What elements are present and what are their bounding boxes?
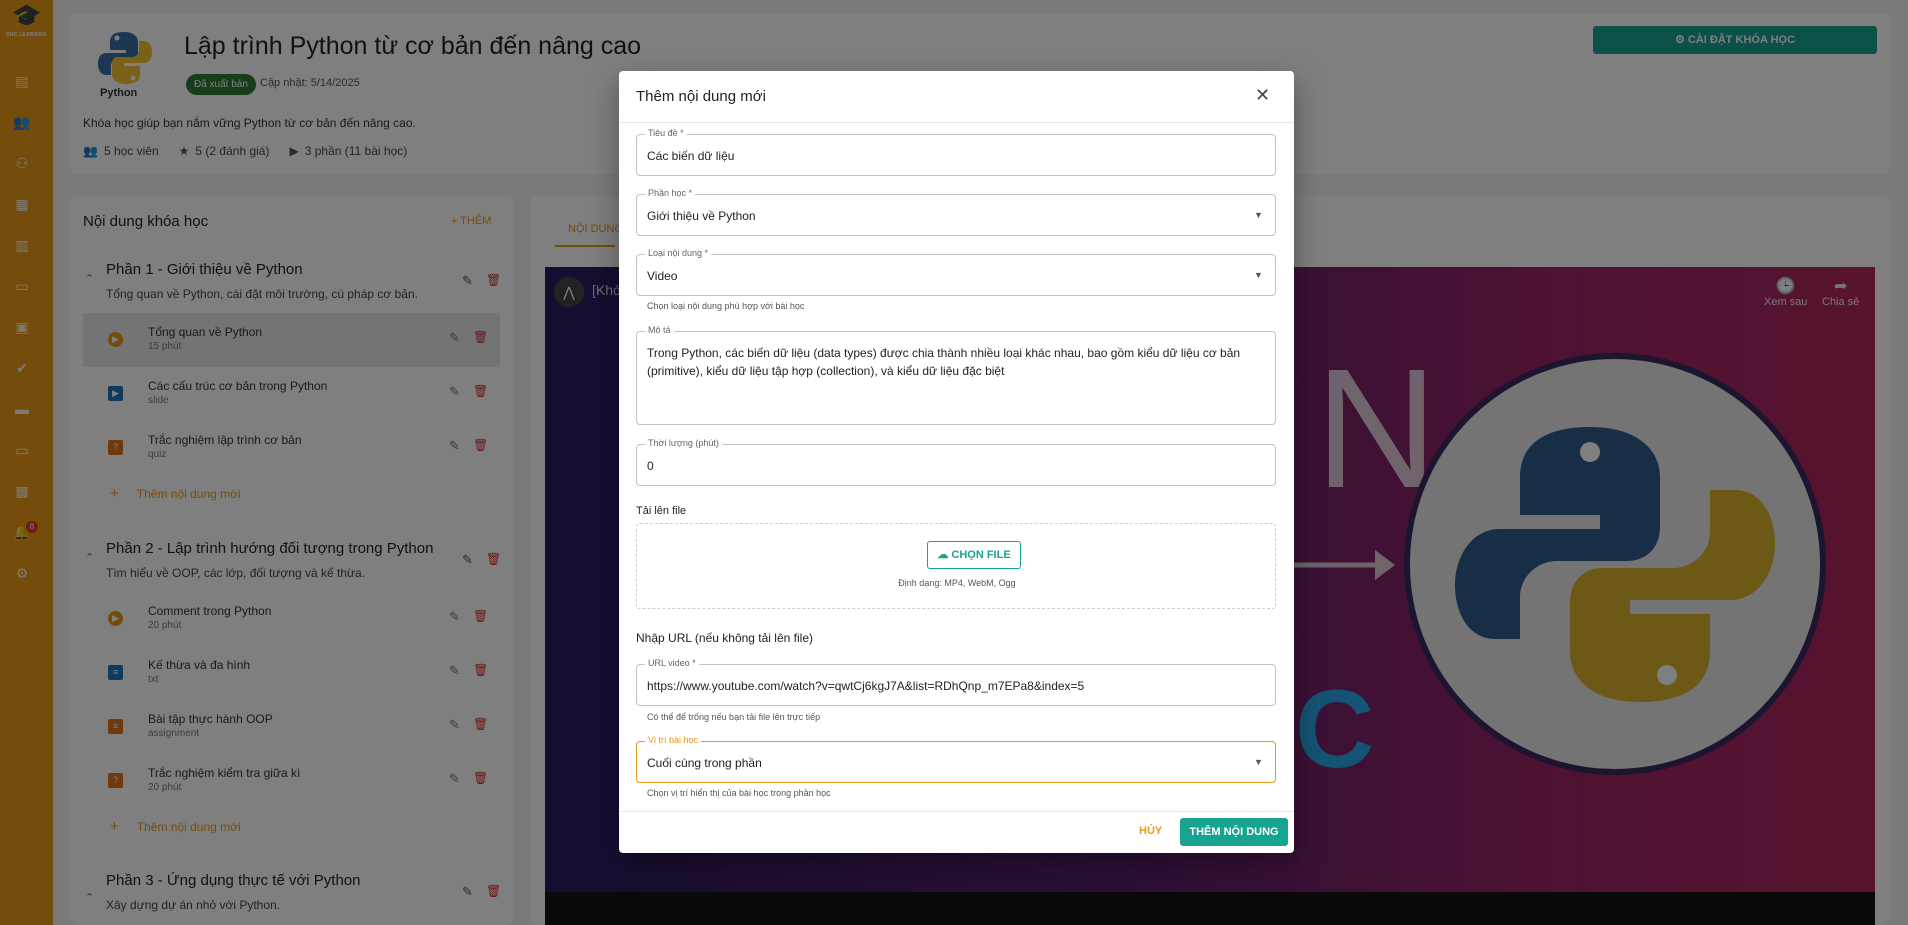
url-section-label: Nhập URL (nếu không tải lên file) xyxy=(636,631,813,645)
content-type-label: Loại nội dung * xyxy=(645,248,712,258)
lesson-position-helper: Chọn vị trí hiển thị của bài học trong p… xyxy=(647,788,831,798)
divider xyxy=(619,811,1294,812)
video-url-value: https://www.youtube.com/watch?v=qwtCj6kg… xyxy=(647,679,1085,693)
title-field-label: Tiêu đề * xyxy=(645,128,687,138)
dropdown-arrow-icon: ▼ xyxy=(1254,757,1263,767)
lesson-position-value: Cuối cùng trong phần xyxy=(647,756,762,770)
upload-section-label: Tải lên file xyxy=(636,505,687,517)
cancel-button[interactable]: HỦY xyxy=(1139,825,1162,837)
duration-field[interactable]: Thời lượng (phút) 0 xyxy=(636,438,1276,486)
title-field-value: Các biến dữ liệu xyxy=(647,149,735,163)
dropdown-arrow-icon: ▼ xyxy=(1254,210,1263,220)
add-content-button[interactable]: THÊM NỘI DUNG xyxy=(1180,818,1288,846)
description-value: Trong Python, các biến dữ liệu (data typ… xyxy=(647,346,1241,378)
lesson-position-select[interactable]: Vị trí bài học Cuối cùng trong phần ▼ xyxy=(636,735,1276,783)
upload-formats: Định dạng: MP4, WebM, Ogg xyxy=(898,578,1016,588)
close-icon[interactable]: ✕ xyxy=(1255,85,1270,106)
section-select-label: Phần học * xyxy=(645,188,696,198)
duration-value: 0 xyxy=(647,459,654,473)
upload-dropzone[interactable]: ☁ CHỌN FILE Định dạng: MP4, WebM, Ogg xyxy=(636,523,1276,609)
section-select[interactable]: Phần học * Giới thiệu về Python ▼ xyxy=(636,188,1276,236)
content-type-value: Video xyxy=(647,269,678,283)
video-url-helper: Có thể để trống nếu bạn tải file lên trự… xyxy=(647,712,821,722)
cloud-upload-icon: ☁ xyxy=(937,549,952,561)
choose-file-label: CHỌN FILE xyxy=(951,549,1011,561)
add-content-dialog: Thêm nội dung mới ✕ Tiêu đề * Các biến d… xyxy=(619,71,1294,853)
section-select-value: Giới thiệu về Python xyxy=(647,209,756,223)
dropdown-arrow-icon: ▼ xyxy=(1254,270,1263,280)
duration-label: Thời lượng (phút) xyxy=(645,438,722,448)
video-url-label: URL video * xyxy=(645,658,699,668)
video-url-field[interactable]: URL video * https://www.youtube.com/watc… xyxy=(636,658,1276,706)
description-label: Mô tả xyxy=(645,325,674,335)
title-field[interactable]: Tiêu đề * Các biến dữ liệu xyxy=(636,128,1276,176)
description-textarea[interactable]: Mô tả Trong Python, các biến dữ liệu (da… xyxy=(636,325,1276,425)
choose-file-button[interactable]: ☁ CHỌN FILE xyxy=(927,541,1021,569)
dialog-title: Thêm nội dung mới xyxy=(636,88,766,105)
lesson-position-label: Vị trí bài học xyxy=(645,735,702,745)
content-type-select[interactable]: Loại nội dung * Video ▼ xyxy=(636,248,1276,296)
content-type-helper: Chọn loại nội dung phù hợp với bài học xyxy=(647,301,805,311)
divider xyxy=(619,122,1294,123)
